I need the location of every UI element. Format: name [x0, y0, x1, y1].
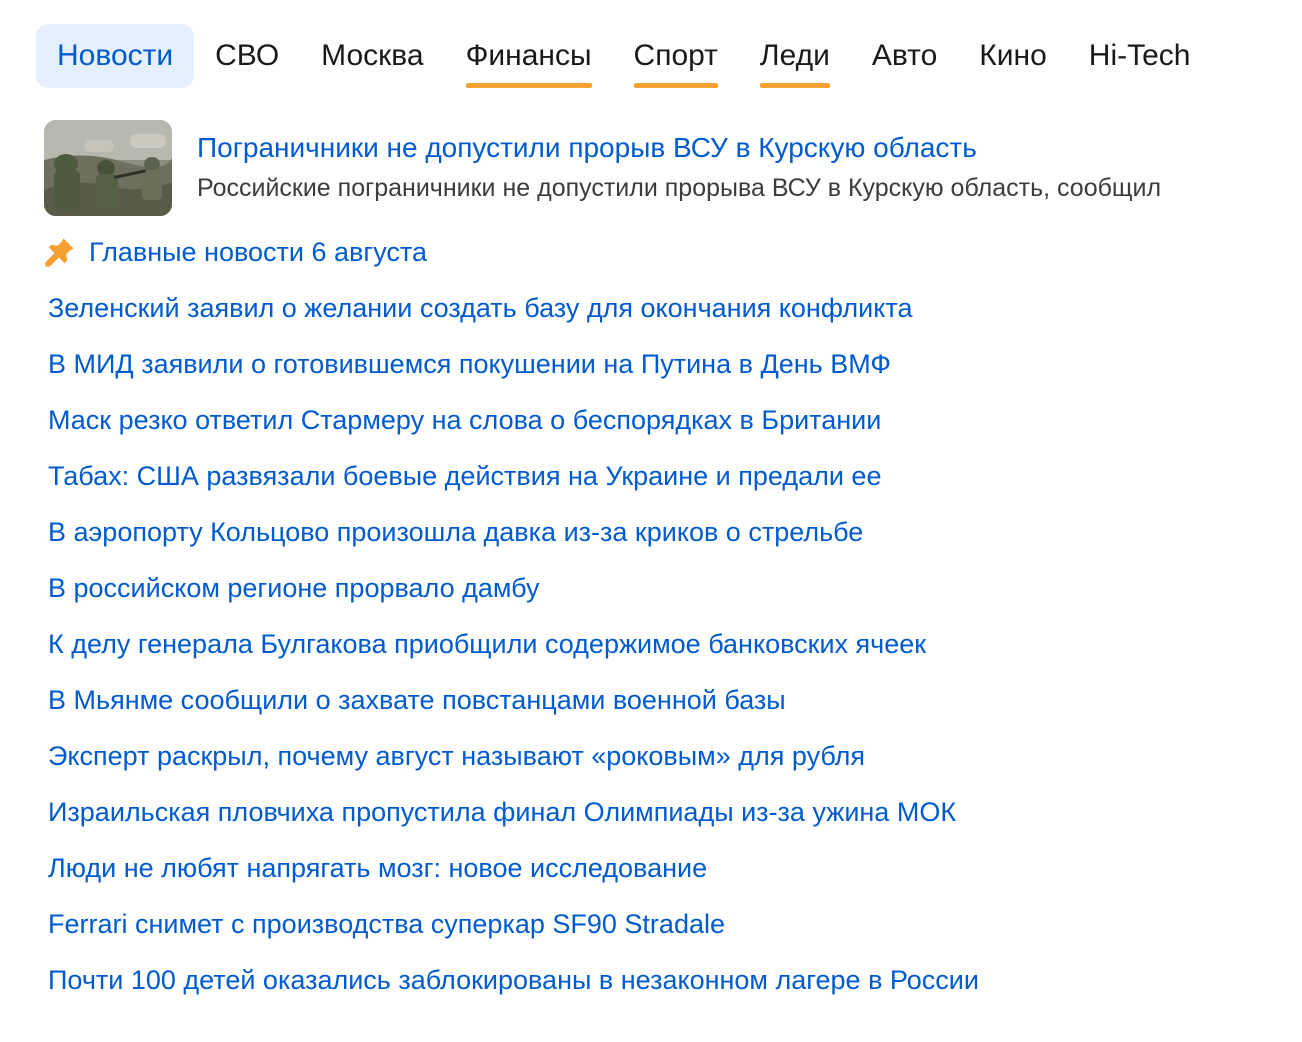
- tab-hi-tech[interactable]: Hi-Tech: [1068, 24, 1212, 88]
- tab-label: Авто: [871, 39, 938, 72]
- tab-label: Кино: [979, 39, 1047, 72]
- news-item[interactable]: Зеленский заявил о желании создать базу …: [48, 280, 979, 336]
- tab-ledi[interactable]: Леди: [739, 24, 851, 88]
- tab-novosti[interactable]: Новости: [36, 24, 195, 88]
- news-item[interactable]: В российском регионе прорвало дамбу: [48, 560, 979, 616]
- news-list: Зеленский заявил о желании создать базу …: [48, 280, 979, 1008]
- news-item[interactable]: Ferrari снимет с производства суперкар S…: [48, 896, 979, 952]
- news-item[interactable]: Почти 100 детей оказались заблокированы …: [48, 952, 979, 1008]
- news-item[interactable]: Табах: США развязали боевые действия на …: [48, 448, 979, 504]
- tab-avto[interactable]: Авто: [851, 24, 958, 88]
- tab-label: Леди: [759, 39, 830, 72]
- tab-label: Спорт: [633, 39, 718, 72]
- tab-moskva[interactable]: Москва: [300, 24, 444, 88]
- snippet-fade: [1216, 170, 1276, 206]
- tab-label: Финансы: [465, 39, 592, 72]
- news-item[interactable]: Люди не любят напрягать мозг: новое иссл…: [48, 840, 979, 896]
- tab-accent-underline: [759, 83, 830, 88]
- thumbnail-image: [44, 120, 172, 216]
- featured-title-link[interactable]: Пограничники не допустили прорыв ВСУ в К…: [197, 128, 977, 168]
- tab-finansy[interactable]: Финансы: [445, 24, 613, 88]
- tab-accent-underline: [465, 83, 592, 88]
- tab-label: Новости: [57, 39, 174, 72]
- tab-svo[interactable]: СВО: [194, 24, 300, 88]
- tab-accent-underline: [633, 83, 718, 88]
- news-item[interactable]: Эксперт раскрыл, почему август называют …: [48, 728, 979, 784]
- news-item[interactable]: В Мьянме сообщили о захвате повстанцами …: [48, 672, 979, 728]
- news-item[interactable]: В аэропорту Кольцово произошла давка из-…: [48, 504, 979, 560]
- tab-label: Москва: [321, 39, 424, 72]
- news-item[interactable]: Израильская пловчиха пропустила финал Ол…: [48, 784, 979, 840]
- news-item[interactable]: Маск резко ответил Стармеру на слова о б…: [48, 392, 979, 448]
- featured-news: Пограничники не допустили прорыв ВСУ в К…: [44, 120, 1276, 216]
- category-nav: Новости СВО Москва Финансы Спорт Леди Ав…: [36, 24, 1302, 88]
- featured-thumbnail[interactable]: [44, 120, 172, 216]
- top-news-title-link[interactable]: Главные новости 6 августа: [89, 232, 427, 272]
- tab-kino[interactable]: Кино: [958, 24, 1068, 88]
- news-item[interactable]: К делу генерала Булгакова приобщили соде…: [48, 616, 979, 672]
- tab-sport[interactable]: Спорт: [613, 24, 739, 88]
- featured-snippet: Российские пограничники не допустили про…: [197, 174, 1162, 202]
- pin-icon: [45, 238, 74, 267]
- news-item[interactable]: В МИД заявили о готовившемся покушении н…: [48, 336, 979, 392]
- tab-label: Hi-Tech: [1088, 39, 1191, 72]
- top-news-header: Главные новости 6 августа: [43, 232, 427, 272]
- tab-label: СВО: [215, 39, 280, 72]
